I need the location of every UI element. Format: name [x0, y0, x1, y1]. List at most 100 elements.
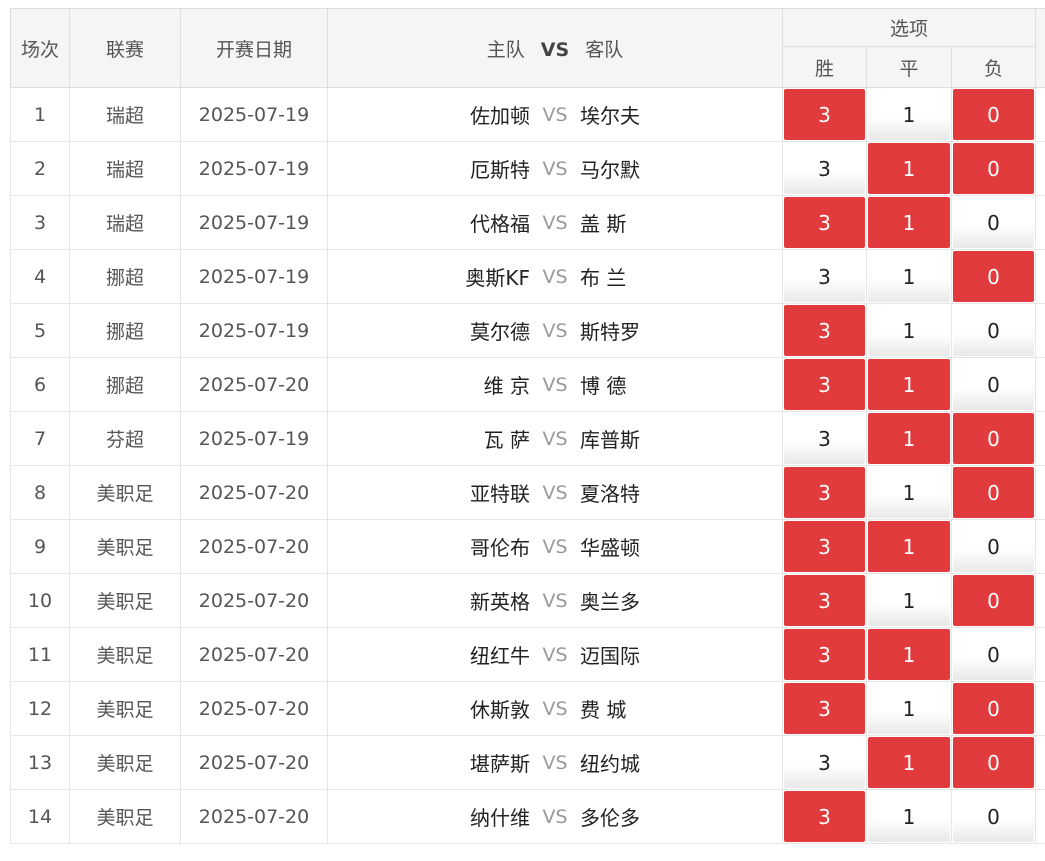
away-team: 迈国际 — [580, 644, 640, 668]
option-win-button[interactable]: 3 — [784, 467, 865, 518]
option-cell-draw: 1 — [866, 519, 952, 574]
match-teams: 亚特联 VS 夏洛特 — [328, 478, 782, 507]
option-draw-button[interactable]: 1 — [868, 359, 950, 410]
match-date: 2025-07-20 — [180, 573, 328, 628]
option-cell-win: 3 — [782, 87, 867, 142]
league-name: 瑞超 — [69, 87, 181, 142]
option-lose-button[interactable]: 0 — [953, 737, 1035, 788]
match-index: 5 — [10, 303, 70, 358]
option-lose-button[interactable]: 0 — [953, 197, 1035, 248]
option-draw-button[interactable]: 1 — [868, 251, 950, 302]
option-draw-button[interactable]: 1 — [868, 413, 950, 464]
option-win-button[interactable]: 3 — [784, 305, 865, 356]
option-cell-lose: 0 — [950, 195, 1037, 250]
match-index: 7 — [10, 411, 70, 466]
table-row: 1 瑞超 2025-07-19 佐加顿 VS 埃尔夫 3 1 0 — [10, 87, 1045, 142]
option-lose-button[interactable]: 0 — [953, 467, 1035, 518]
option-draw-button[interactable]: 1 — [868, 683, 950, 734]
option-draw-button[interactable]: 1 — [868, 89, 950, 140]
option-draw-button[interactable]: 1 — [868, 143, 950, 194]
match-cell: 瓦 萨 VS 库普斯 — [327, 411, 783, 466]
header-away: 客队 — [585, 38, 624, 61]
extra-cell — [1035, 195, 1045, 250]
away-team: 纽约城 — [580, 752, 640, 776]
option-win-button[interactable]: 3 — [784, 143, 865, 194]
match-date: 2025-07-20 — [180, 681, 328, 736]
match-cell: 哥伦布 VS 华盛顿 — [327, 519, 783, 574]
lottery-table-container: 场次 联赛 开赛日期 主队 VS 客队 选项 胜 平 负 1 瑞超 2025-07-… — [10, 8, 1045, 861]
home-team: 厄斯特 — [470, 158, 530, 182]
option-draw-button[interactable]: 1 — [868, 521, 950, 572]
option-cell-win: 3 — [782, 411, 867, 466]
option-cell-win: 3 — [782, 249, 867, 304]
league-name: 挪超 — [69, 303, 181, 358]
match-teams: 瓦 萨 VS 库普斯 — [328, 424, 782, 453]
away-team: 奥兰多 — [580, 590, 640, 614]
option-win-button[interactable]: 3 — [784, 89, 865, 140]
option-cell-lose: 0 — [950, 411, 1037, 466]
extra-cell — [1035, 573, 1045, 628]
option-draw-button[interactable]: 1 — [868, 305, 950, 356]
match-index: 14 — [10, 789, 70, 844]
option-lose-button[interactable]: 0 — [953, 521, 1035, 572]
vs-label: VS — [542, 157, 568, 180]
home-team: 奥斯KF — [465, 266, 530, 290]
option-win-button[interactable]: 3 — [784, 359, 865, 410]
option-cell-lose: 0 — [950, 573, 1037, 628]
header-win: 胜 — [782, 46, 867, 88]
option-draw-button[interactable]: 1 — [868, 629, 950, 680]
lottery-table: 场次 联赛 开赛日期 主队 VS 客队 选项 胜 平 负 1 瑞超 2025-07-… — [10, 8, 1045, 844]
option-cell-lose: 0 — [950, 87, 1037, 142]
option-lose-button[interactable]: 0 — [953, 413, 1035, 464]
option-lose-button[interactable]: 0 — [953, 683, 1035, 734]
option-draw-button[interactable]: 1 — [868, 467, 950, 518]
match-date: 2025-07-19 — [180, 411, 328, 466]
league-name: 美职足 — [69, 681, 181, 736]
league-name: 美职足 — [69, 465, 181, 520]
extra-cell — [1035, 465, 1045, 520]
option-cell-lose: 0 — [950, 519, 1037, 574]
table-row: 12 美职足 2025-07-20 休斯敦 VS 费 城 310 — [10, 681, 1045, 736]
option-win-button[interactable]: 3 — [784, 683, 865, 734]
option-win-button[interactable]: 3 — [784, 413, 865, 464]
option-lose-button[interactable]: 0 — [953, 791, 1035, 842]
option-lose-button[interactable]: 0 — [953, 305, 1035, 356]
option-win-button[interactable]: 3 — [784, 629, 865, 680]
option-win-button[interactable]: 3 — [784, 251, 865, 302]
option-win-button[interactable]: 3 — [784, 521, 865, 572]
option-draw-button[interactable]: 1 — [868, 197, 950, 248]
home-team: 纽红牛 — [470, 644, 530, 668]
match-index: 12 — [10, 681, 70, 736]
home-team: 瓦 萨 — [483, 428, 530, 452]
match-index: 11 — [10, 627, 70, 682]
option-lose-button[interactable]: 0 — [953, 575, 1035, 626]
option-win-button[interactable]: 3 — [784, 737, 865, 788]
match-index: 13 — [10, 735, 70, 790]
option-lose-button[interactable]: 0 — [953, 89, 1035, 140]
option-lose-button[interactable]: 0 — [953, 143, 1035, 194]
option-cell-lose: 0 — [950, 141, 1037, 196]
match-cell: 维 京 VS 博 德 — [327, 357, 783, 412]
match-index: 9 — [10, 519, 70, 574]
header-date: 开赛日期 — [180, 8, 328, 88]
option-win-button[interactable]: 3 — [784, 575, 865, 626]
away-team: 斯特罗 — [580, 320, 640, 344]
match-date: 2025-07-20 — [180, 735, 328, 790]
option-cell-draw: 1 — [866, 411, 952, 466]
away-team: 华盛顿 — [580, 536, 640, 560]
match-index: 4 — [10, 249, 70, 304]
option-lose-button[interactable]: 0 — [953, 629, 1035, 680]
option-lose-button[interactable]: 0 — [953, 359, 1035, 410]
option-cell-draw: 1 — [866, 465, 952, 520]
option-win-button[interactable]: 3 — [784, 197, 865, 248]
away-team: 盖 斯 — [580, 212, 627, 236]
option-lose-button[interactable]: 0 — [953, 251, 1035, 302]
option-draw-button[interactable]: 1 — [868, 737, 950, 788]
option-draw-button[interactable]: 1 — [868, 575, 950, 626]
option-draw-button[interactable]: 1 — [868, 791, 950, 842]
option-cell-win: 3 — [782, 303, 867, 358]
option-cell-draw: 1 — [866, 573, 952, 628]
table-body: 1 瑞超 2025-07-19 佐加顿 VS 埃尔夫 3 1 0 2 瑞超 2025-07-19 厄斯特… — [10, 87, 1045, 844]
match-teams: 奥斯KF VS 布 兰 — [328, 262, 782, 291]
option-win-button[interactable]: 3 — [784, 791, 865, 842]
